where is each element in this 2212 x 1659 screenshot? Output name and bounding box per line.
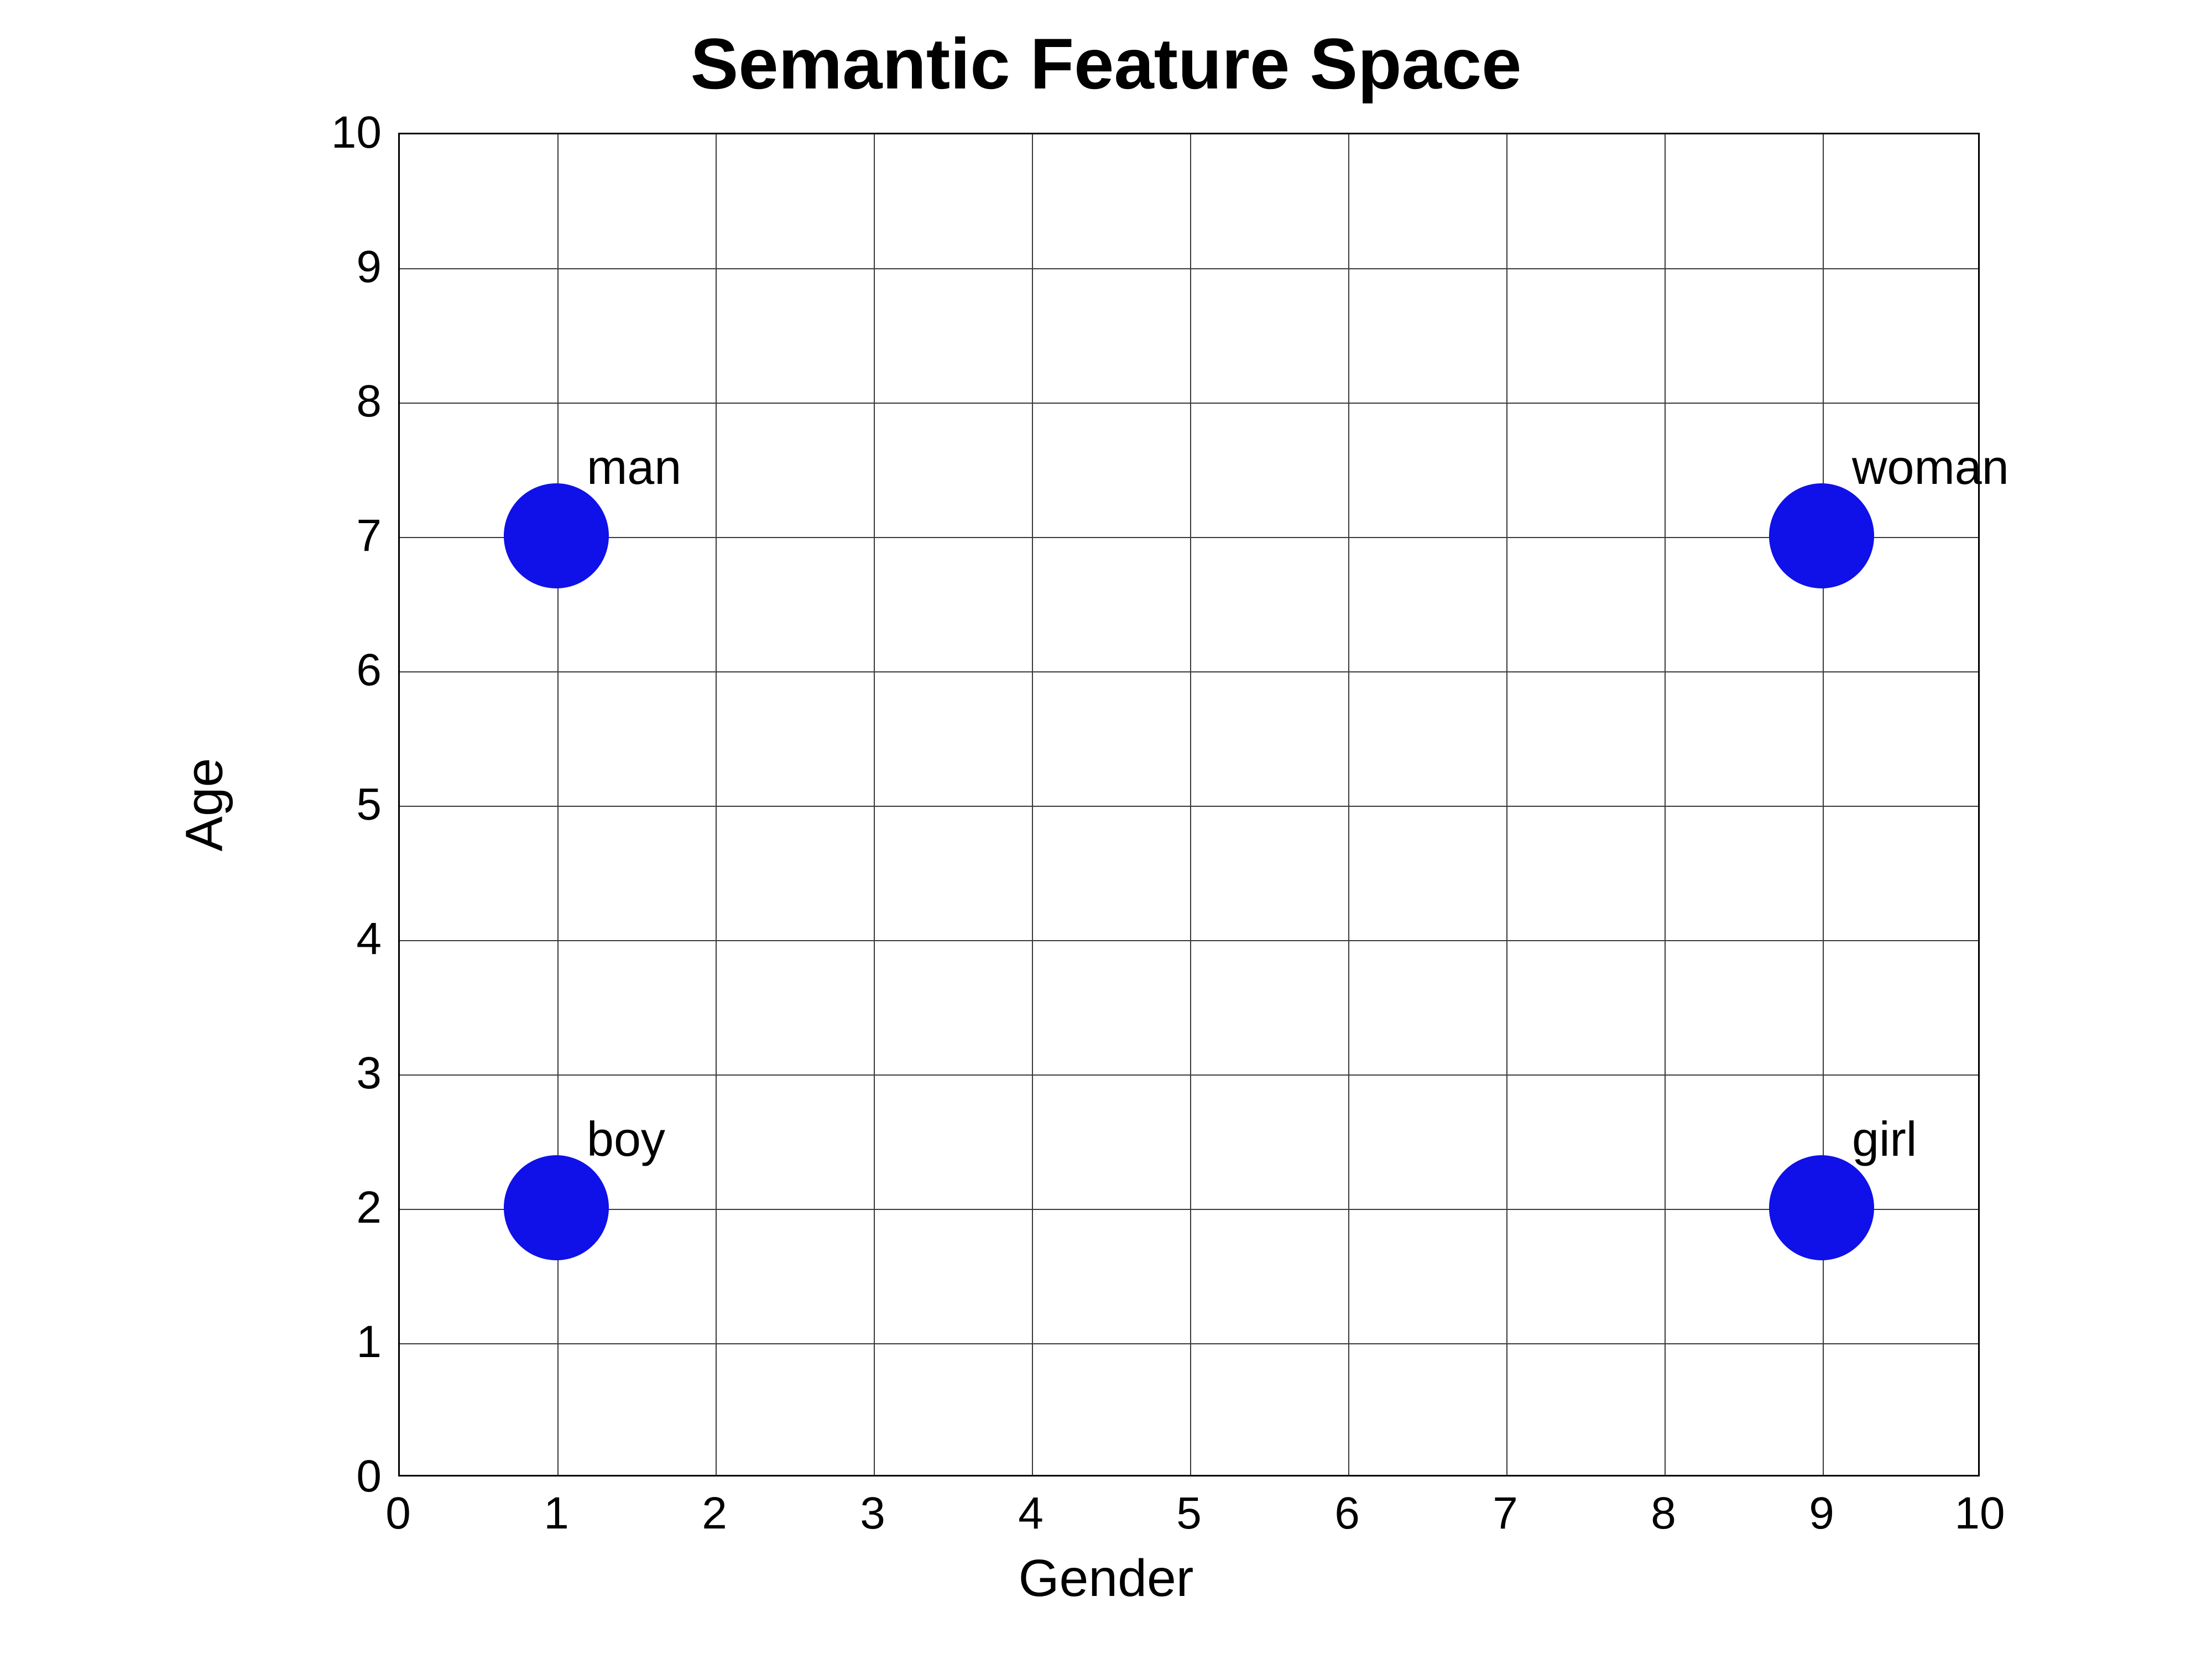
x-tick-label: 6 [1334,1488,1360,1540]
grid-line-vertical [1032,134,1033,1475]
grid-line-vertical [1506,134,1507,1475]
plot-area [398,133,1980,1477]
data-point-label: girl [1852,1111,1917,1167]
y-axis-label: Age [175,758,235,851]
data-point [504,1155,609,1260]
grid-line-vertical [716,134,717,1475]
grid-line-horizontal [400,1209,1978,1210]
data-point [1769,1155,1874,1260]
y-tick-label: 5 [315,779,382,831]
chart-title: Semantic Feature Space [0,22,2212,105]
grid-line-horizontal [400,403,1978,404]
x-tick-label: 0 [385,1488,411,1540]
grid-line-horizontal [400,671,1978,672]
grid-line-horizontal [400,940,1978,941]
data-point-label: boy [587,1111,665,1167]
x-tick-label: 2 [702,1488,727,1540]
x-tick-label: 9 [1809,1488,1834,1540]
data-point [504,483,609,588]
data-point-label: woman [1852,439,2009,495]
grid-line-horizontal [400,268,1978,269]
y-tick-label: 10 [315,107,382,159]
x-tick-label: 10 [1954,1488,2005,1540]
data-point [1769,483,1874,588]
x-axis-label: Gender [0,1548,2212,1609]
x-tick-label: 8 [1651,1488,1676,1540]
x-tick-label: 1 [544,1488,569,1540]
grid-line-vertical [557,134,559,1475]
grid-line-horizontal [400,1343,1978,1344]
grid-line-vertical [874,134,875,1475]
x-tick-label: 7 [1493,1488,1518,1540]
grid-line-vertical [1348,134,1349,1475]
x-tick-label: 5 [1176,1488,1202,1540]
x-tick-label: 3 [860,1488,885,1540]
y-tick-label: 1 [315,1316,382,1368]
y-tick-label: 7 [315,510,382,562]
x-tick-label: 4 [1018,1488,1044,1540]
y-tick-label: 0 [315,1451,382,1503]
data-point-label: man [587,439,681,495]
y-tick-label: 6 [315,644,382,696]
grid-line-vertical [1665,134,1666,1475]
y-tick-label: 4 [315,913,382,965]
grid-line-horizontal [400,806,1978,807]
grid-line-horizontal [400,1074,1978,1076]
grid-line-vertical [1823,134,1824,1475]
chart-figure: Semantic Feature Space Age Gender 0 1 2 3 4 5… [0,0,2212,1659]
grid-line-vertical [1190,134,1191,1475]
y-tick-label: 9 [315,241,382,293]
grid-line-horizontal [400,537,1978,538]
y-tick-label: 2 [315,1182,382,1234]
y-tick-label: 8 [315,375,382,427]
y-tick-label: 3 [315,1047,382,1099]
